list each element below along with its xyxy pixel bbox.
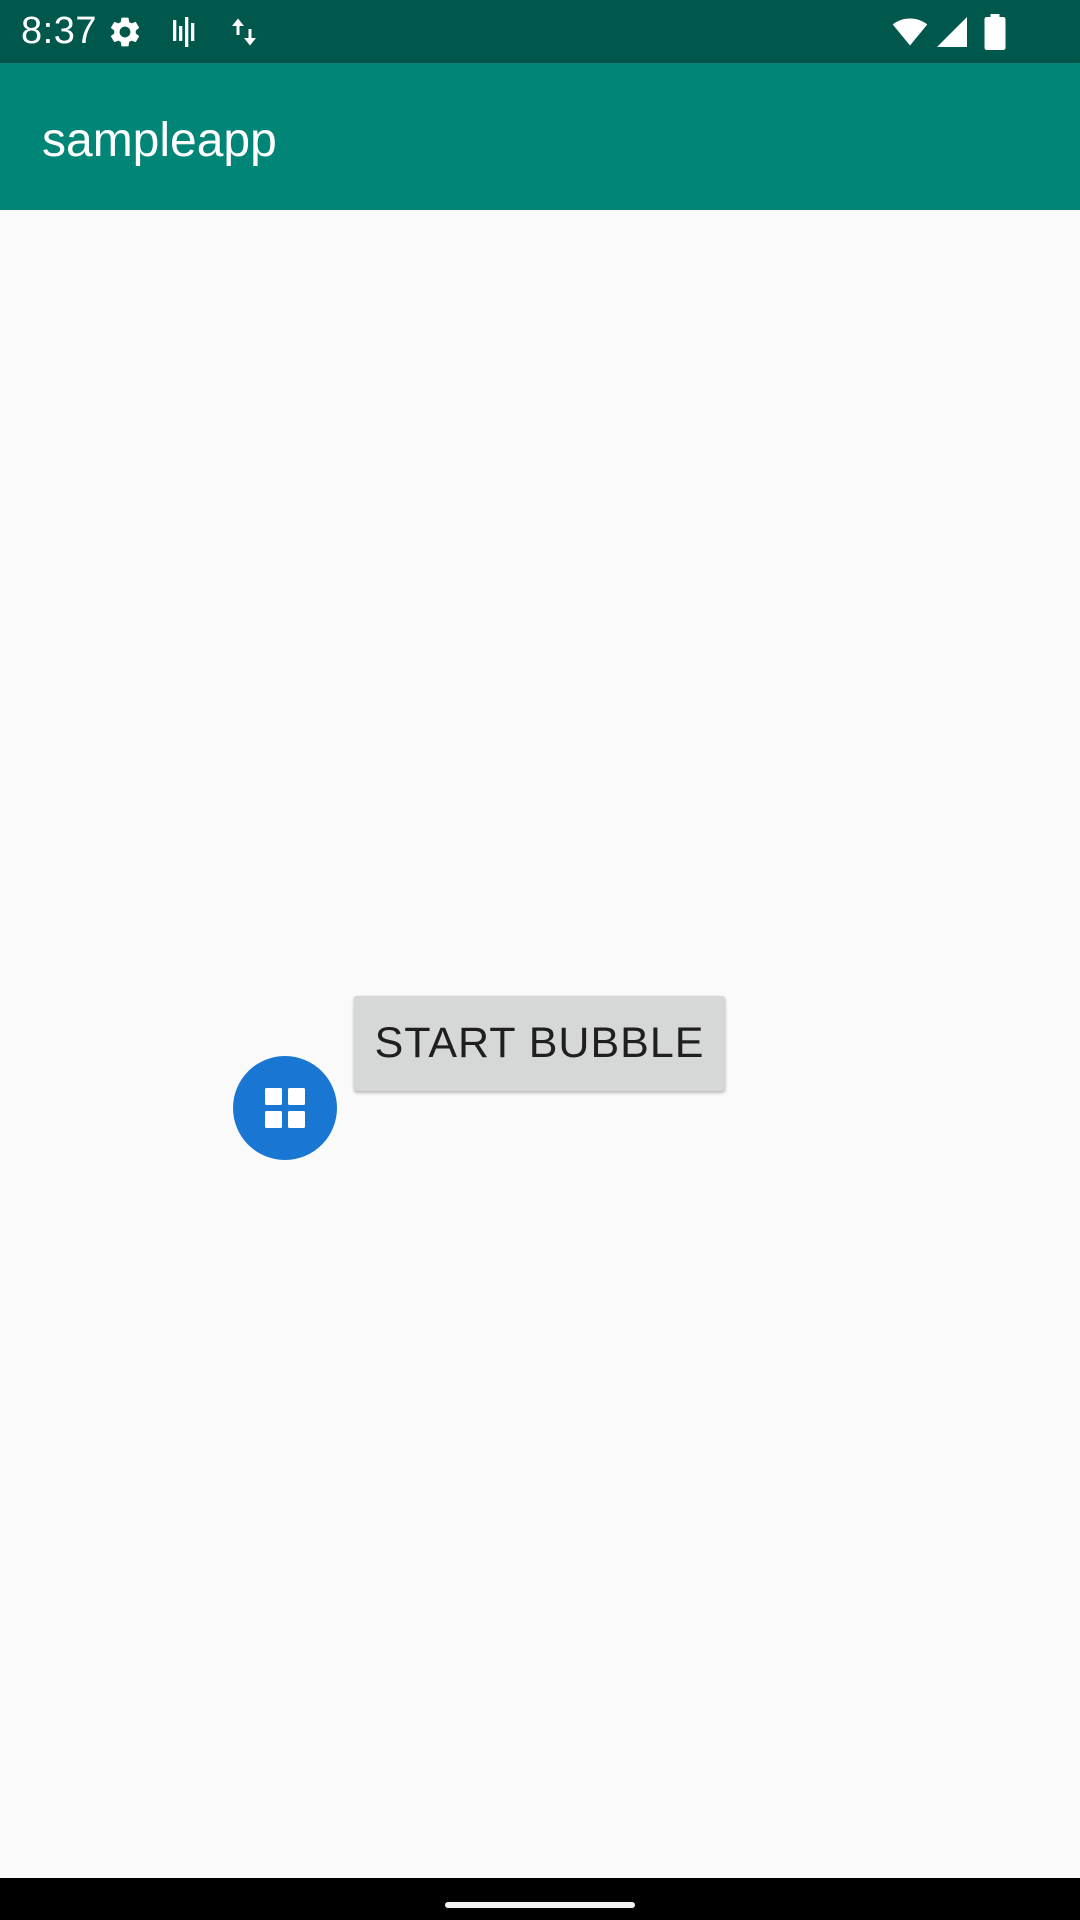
floating-bubble[interactable]	[233, 1056, 337, 1160]
status-bar: 8:37	[0, 0, 1080, 63]
grid-icon	[265, 1088, 305, 1128]
battery-icon	[982, 14, 1008, 50]
status-time: 8:37	[21, 10, 97, 52]
cell-signal-icon	[934, 14, 970, 50]
start-bubble-button[interactable]: START BUBBLE	[354, 996, 725, 1091]
wifi-icon	[890, 14, 930, 50]
navigation-bar	[0, 1878, 1080, 1920]
app-title: sampleapp	[42, 114, 277, 167]
data-transfer-icon	[226, 14, 262, 50]
app-bar: sampleapp	[0, 63, 1080, 210]
signal-bars-icon	[167, 14, 203, 50]
settings-icon	[107, 14, 143, 50]
home-handle[interactable]	[445, 1902, 635, 1908]
